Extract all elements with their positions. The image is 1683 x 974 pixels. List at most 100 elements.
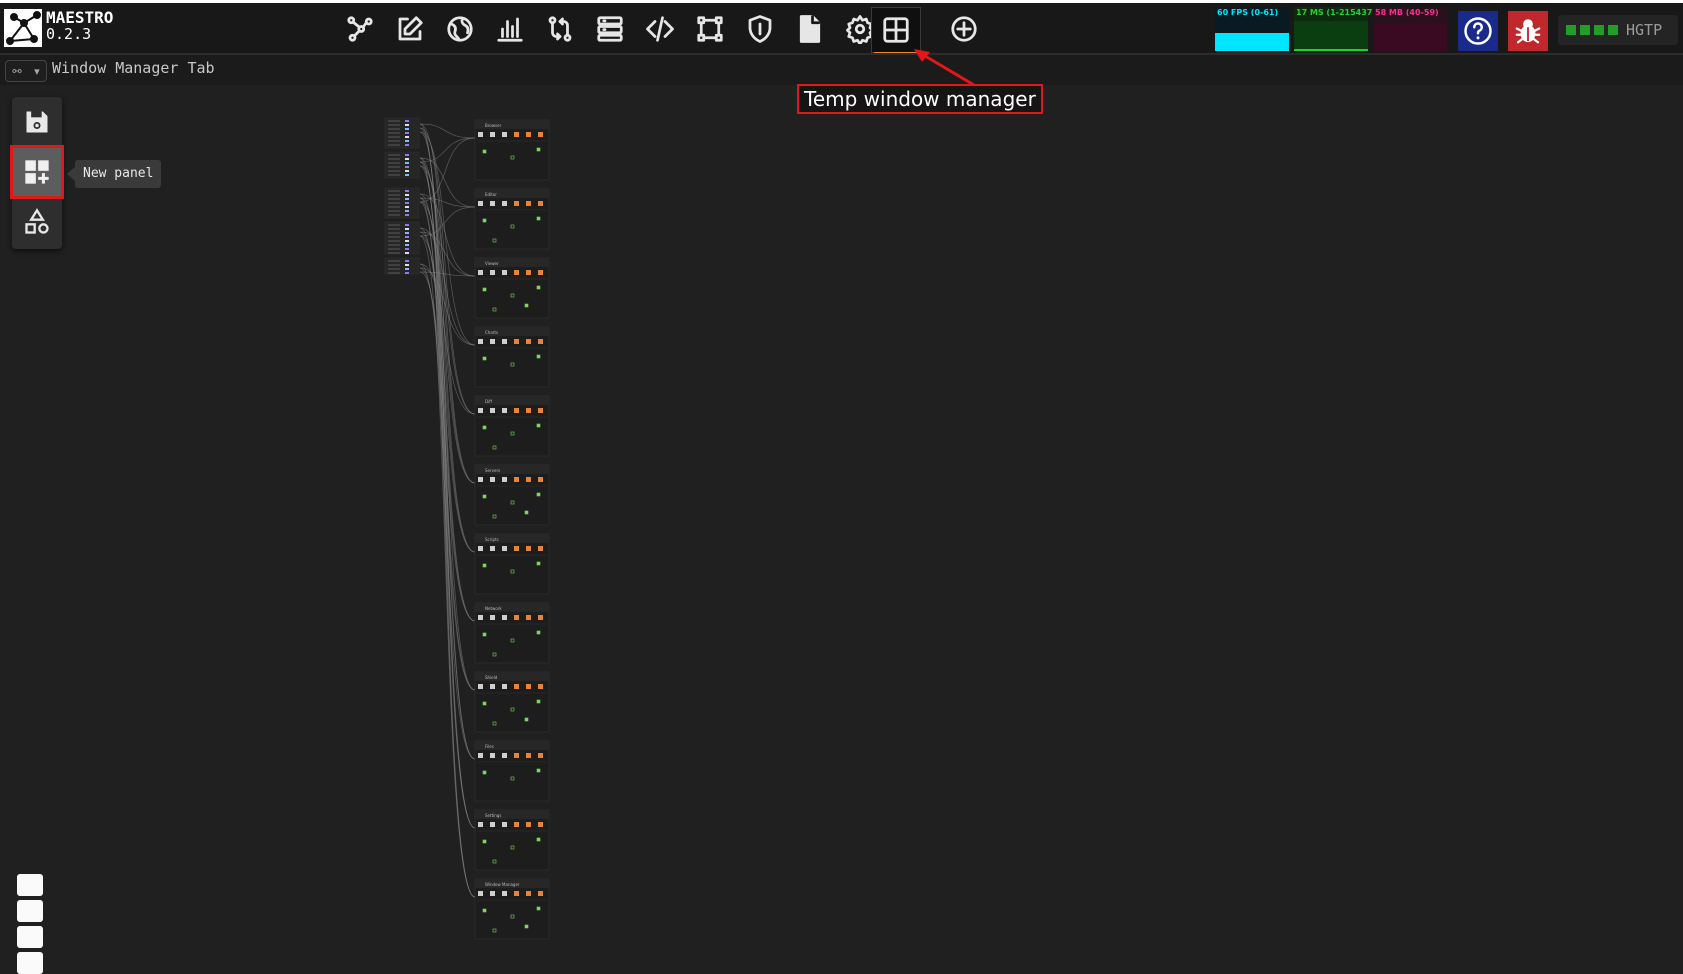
panel-node-title: Shield: [485, 675, 498, 680]
new-panel-icon: [25, 160, 49, 184]
panel-node-title: Charts: [485, 330, 498, 335]
source-port: [405, 198, 409, 200]
node-led: [482, 770, 487, 775]
source-port: [405, 236, 409, 238]
node-led: [482, 701, 487, 706]
node-port: [526, 546, 531, 551]
shapes-button[interactable]: [12, 197, 62, 247]
node-led: [482, 218, 487, 223]
node-port: [526, 477, 531, 482]
node-led: [536, 837, 541, 842]
node-port: [478, 546, 483, 551]
annotation-label: Temp window manager: [797, 84, 1043, 114]
save-icon: [26, 111, 48, 133]
node-port: [514, 753, 519, 758]
node-port: [538, 891, 543, 896]
node-led: [524, 303, 529, 308]
node-port: [514, 201, 519, 206]
node-port: [490, 132, 495, 137]
node-port: [514, 270, 519, 275]
node-port: [502, 753, 507, 758]
source-port: [405, 166, 409, 168]
source-port: [405, 240, 409, 242]
node-led: [536, 147, 541, 152]
new-panel-button[interactable]: [10, 145, 64, 199]
node-port: [538, 132, 543, 137]
node-port: [502, 339, 507, 344]
node-port: [490, 201, 495, 206]
node-led: [482, 563, 487, 568]
bottom-tab-4[interactable]: [17, 952, 43, 974]
node-port: [538, 201, 543, 206]
node-port: [478, 477, 483, 482]
node-port: [478, 132, 483, 137]
source-port: [405, 228, 409, 230]
node-port: [502, 132, 507, 137]
node-led: [536, 492, 541, 497]
node-port: [514, 408, 519, 413]
bottom-tab-2[interactable]: [17, 900, 43, 922]
node-led: [536, 699, 541, 704]
source-port: [405, 132, 409, 134]
source-port: [405, 210, 409, 212]
bottom-tab-3[interactable]: [17, 926, 43, 948]
node-led: [536, 216, 541, 221]
source-port: [405, 244, 409, 246]
node-led: [482, 425, 487, 430]
save-button[interactable]: [12, 97, 62, 147]
node-port: [502, 615, 507, 620]
panel-node-title: Editor: [485, 192, 497, 197]
node-port: [502, 477, 507, 482]
source-port: [405, 260, 409, 262]
node-port: [538, 822, 543, 827]
node-graph-canvas[interactable]: Browser Editor Viewer Charts Diff Servers Scri…: [0, 0, 1683, 973]
source-port: [405, 206, 409, 208]
node-port: [490, 270, 495, 275]
panel-node-title: Diff: [485, 399, 492, 404]
node-port: [526, 615, 531, 620]
node-port: [502, 891, 507, 896]
node-port: [538, 339, 543, 344]
node-port: [490, 339, 495, 344]
node-port: [514, 132, 519, 137]
node-led: [482, 356, 487, 361]
node-port: [538, 753, 543, 758]
source-port: [405, 252, 409, 254]
node-port: [538, 615, 543, 620]
node-port: [538, 546, 543, 551]
node-led: [524, 924, 529, 929]
new-panel-tooltip: New panel: [66, 160, 162, 188]
node-port: [538, 477, 543, 482]
shapes-icon: [25, 208, 49, 234]
node-port: [490, 408, 495, 413]
node-port: [538, 270, 543, 275]
node-led: [482, 908, 487, 913]
node-led: [536, 630, 541, 635]
node-port: [490, 822, 495, 827]
source-port: [405, 158, 409, 160]
node-port: [490, 477, 495, 482]
node-port: [514, 684, 519, 689]
source-port: [405, 264, 409, 266]
node-port: [502, 684, 507, 689]
node-led: [536, 285, 541, 290]
source-port: [405, 248, 409, 250]
bottom-tab-1[interactable]: [17, 874, 43, 896]
node-port: [490, 546, 495, 551]
node-port: [478, 615, 483, 620]
graph-link: [419, 123, 476, 484]
node-port: [514, 891, 519, 896]
source-port: [405, 224, 409, 226]
node-port: [514, 339, 519, 344]
source-port: [405, 128, 409, 130]
node-port: [502, 546, 507, 551]
node-port: [526, 891, 531, 896]
node-port: [526, 822, 531, 827]
node-port: [526, 132, 531, 137]
node-port: [478, 201, 483, 206]
node-port: [478, 270, 483, 275]
node-port: [502, 201, 507, 206]
node-port: [526, 684, 531, 689]
source-port: [405, 140, 409, 142]
panel-node-title: Files: [485, 744, 494, 749]
